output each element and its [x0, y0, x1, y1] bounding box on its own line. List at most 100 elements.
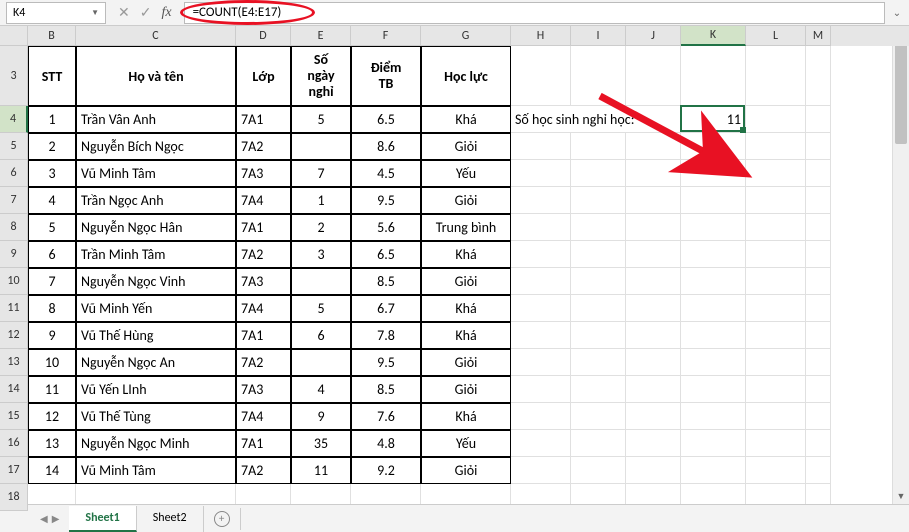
cell-days[interactable]: 5	[291, 106, 351, 133]
cell-empty[interactable]	[626, 214, 681, 241]
cell-empty[interactable]	[746, 214, 806, 241]
header-score[interactable]: ĐiểmTB	[351, 46, 421, 106]
cell-empty[interactable]	[806, 403, 831, 430]
cell-score[interactable]: 8.6	[351, 133, 421, 160]
cell-empty[interactable]	[746, 403, 806, 430]
cell-score[interactable]: 8.5	[351, 376, 421, 403]
col-header-G[interactable]: G	[421, 26, 511, 46]
col-header-E[interactable]: E	[291, 26, 351, 46]
side-label[interactable]: Số học sinh nghỉ học:	[511, 106, 681, 133]
cell-days[interactable]	[291, 268, 351, 295]
cell-empty[interactable]	[681, 322, 746, 349]
cancel-icon[interactable]: ✕	[118, 4, 130, 21]
vertical-scrollbar[interactable]: ▲ ▼	[892, 26, 909, 504]
cell-stt[interactable]: 9	[28, 322, 76, 349]
add-sheet-button[interactable]: +	[204, 508, 241, 530]
cell-empty[interactable]	[626, 241, 681, 268]
cell-empty[interactable]	[681, 430, 746, 457]
cell-empty[interactable]	[511, 349, 571, 376]
cell-score[interactable]: 6.7	[351, 295, 421, 322]
cell-empty[interactable]	[571, 133, 626, 160]
row-header-8[interactable]: 8	[0, 214, 28, 241]
cell-stt[interactable]: 12	[28, 403, 76, 430]
scroll-thumb[interactable]	[895, 44, 907, 144]
cell-empty[interactable]	[806, 349, 831, 376]
header-name[interactable]: Họ và tên	[76, 46, 236, 106]
cell-stt[interactable]: 4	[28, 187, 76, 214]
cell-empty[interactable]	[626, 457, 681, 484]
cell-name[interactable]: Trần Vân Anh	[76, 106, 236, 133]
cell-rank[interactable]: Khá	[421, 106, 511, 133]
cell-name[interactable]: Nguyễn Ngọc Minh	[76, 430, 236, 457]
row-header-17[interactable]: 17	[0, 457, 28, 484]
cell-stt[interactable]: 2	[28, 133, 76, 160]
cell-score[interactable]: 4.5	[351, 160, 421, 187]
cell-name[interactable]: Nguyễn Ngọc An	[76, 349, 236, 376]
row-header-4[interactable]: 4	[0, 106, 28, 133]
cell-stt[interactable]: 6	[28, 241, 76, 268]
cell-score[interactable]: 4.8	[351, 430, 421, 457]
cell-empty[interactable]	[511, 268, 571, 295]
cell-days[interactable]	[291, 133, 351, 160]
row-header-3[interactable]: 3	[0, 46, 28, 106]
cell-empty[interactable]	[746, 457, 806, 484]
cell-rank[interactable]: Khá	[421, 403, 511, 430]
cell-empty[interactable]	[746, 376, 806, 403]
cell-empty[interactable]	[626, 403, 681, 430]
cell-class[interactable]: 7A2	[236, 133, 291, 160]
cell-empty[interactable]	[746, 160, 806, 187]
cell-empty[interactable]	[681, 268, 746, 295]
cell-empty[interactable]	[806, 46, 831, 106]
cell-score[interactable]: 9.5	[351, 349, 421, 376]
side-value[interactable]: 11	[681, 106, 746, 133]
cell-rank[interactable]: Yếu	[421, 430, 511, 457]
cell-class[interactable]: 7A3	[236, 268, 291, 295]
cell-score[interactable]: 5.6	[351, 214, 421, 241]
col-header-L[interactable]: L	[746, 26, 806, 46]
cell-empty[interactable]	[681, 241, 746, 268]
cell-empty[interactable]	[511, 457, 571, 484]
cell-empty[interactable]	[806, 295, 831, 322]
cell-empty[interactable]	[571, 46, 626, 106]
cell-name[interactable]: Trần Ngọc Anh	[76, 187, 236, 214]
cell-empty[interactable]	[571, 214, 626, 241]
cell-empty[interactable]	[681, 457, 746, 484]
cell-name[interactable]: Vũ Minh Yến	[76, 295, 236, 322]
cell-empty[interactable]	[806, 187, 831, 214]
cell-score[interactable]: 7.6	[351, 403, 421, 430]
cell-empty[interactable]	[511, 160, 571, 187]
cell-days[interactable]: 9	[291, 403, 351, 430]
cells-area[interactable]: STTHọ và tênLớpSốngàynghỉĐiểmTBHọc lực1T…	[28, 46, 909, 504]
header-stt[interactable]: STT	[28, 46, 76, 106]
row-header-16[interactable]: 16	[0, 430, 28, 457]
row-header-11[interactable]: 11	[0, 295, 28, 322]
cell-empty[interactable]	[571, 268, 626, 295]
cell-empty[interactable]	[746, 106, 806, 133]
row-header-5[interactable]: 5	[0, 133, 28, 160]
cell-empty[interactable]	[511, 322, 571, 349]
cell-empty[interactable]	[806, 133, 831, 160]
cell-class[interactable]: 7A1	[236, 106, 291, 133]
cell-name[interactable]: Vũ Minh Tâm	[76, 457, 236, 484]
cell-days[interactable]: 5	[291, 295, 351, 322]
cell-empty[interactable]	[806, 106, 831, 133]
cell-empty[interactable]	[681, 46, 746, 106]
col-header-B[interactable]: B	[28, 26, 76, 46]
cell-empty[interactable]	[511, 46, 571, 106]
cell-empty[interactable]	[626, 376, 681, 403]
cell-stt[interactable]: 5	[28, 214, 76, 241]
cell-rank[interactable]: Giỏi	[421, 133, 511, 160]
cell-empty[interactable]	[571, 322, 626, 349]
cell-days[interactable]: 1	[291, 187, 351, 214]
row-header-6[interactable]: 6	[0, 160, 28, 187]
cell-empty[interactable]	[806, 457, 831, 484]
cell-days[interactable]: 6	[291, 322, 351, 349]
col-header-F[interactable]: F	[351, 26, 421, 46]
cell-name[interactable]: Trần Minh Tâm	[76, 241, 236, 268]
cell-class[interactable]: 7A2	[236, 241, 291, 268]
sheet-tab-sheet1[interactable]: Sheet1	[69, 506, 136, 532]
cell-empty[interactable]	[626, 187, 681, 214]
cell-empty[interactable]	[626, 295, 681, 322]
cell-empty[interactable]	[571, 403, 626, 430]
cell-class[interactable]: 7A2	[236, 457, 291, 484]
